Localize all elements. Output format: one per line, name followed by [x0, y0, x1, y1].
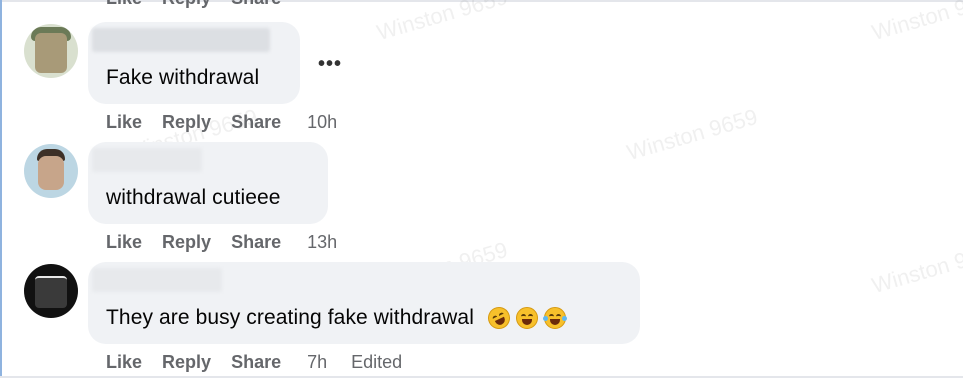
avatar[interactable]: [24, 264, 78, 318]
avatar[interactable]: [24, 24, 78, 78]
emoji-group: [484, 303, 572, 334]
grinning-squinting-icon: [515, 307, 538, 330]
watermark: Winston 9659: [869, 0, 963, 46]
comment-bubble: Fake withdrawal: [88, 22, 300, 104]
timestamp[interactable]: 10h: [307, 112, 337, 133]
share-button[interactable]: Share: [231, 352, 281, 373]
timestamp[interactable]: 13h: [307, 232, 337, 253]
share-button[interactable]: Share: [231, 0, 281, 9]
comment-text-row: They are busy creating fake withdrawal: [106, 303, 572, 334]
tears-of-joy-icon: [542, 307, 567, 330]
watermark: Winston 9659: [624, 103, 761, 166]
comment-actions: Like Reply Share 13h: [106, 230, 337, 254]
commenter-name-redacted[interactable]: [92, 148, 202, 172]
avatar[interactable]: [24, 144, 78, 198]
like-button[interactable]: Like: [106, 232, 142, 253]
comment-actions: Like Reply Share 10h: [106, 110, 337, 134]
rolling-on-floor-laughing-icon: [484, 303, 514, 334]
comment-bubble: withdrawal cutieee: [88, 142, 328, 224]
commenter-name-redacted[interactable]: [92, 28, 270, 52]
thread-line: [0, 0, 2, 378]
more-options-icon[interactable]: •••: [318, 54, 342, 74]
comment-text: withdrawal cutieee: [106, 186, 281, 209]
comment-text: Fake withdrawal: [106, 66, 260, 89]
share-button[interactable]: Share: [231, 112, 281, 133]
like-button[interactable]: Like: [106, 112, 142, 133]
reply-button[interactable]: Reply: [162, 112, 211, 133]
commenter-name-redacted[interactable]: [92, 268, 222, 292]
comment-text: They are busy creating fake withdrawal: [106, 306, 474, 329]
like-button[interactable]: Like: [106, 0, 142, 9]
like-button[interactable]: Like: [106, 352, 142, 373]
edited-label[interactable]: Edited: [351, 352, 402, 373]
reply-button[interactable]: Reply: [162, 0, 211, 9]
watermark: Winston 9659: [869, 236, 963, 299]
reply-button[interactable]: Reply: [162, 352, 211, 373]
timestamp[interactable]: 7h: [307, 352, 327, 373]
comment-bubble: They are busy creating fake withdrawal: [88, 262, 640, 344]
share-button[interactable]: Share: [231, 232, 281, 253]
comment-actions: Like Reply Share 7h Edited: [106, 350, 402, 374]
watermark: Winston 9659: [374, 0, 511, 46]
reply-button[interactable]: Reply: [162, 232, 211, 253]
previous-comment-actions: Like Reply Share: [106, 0, 301, 10]
